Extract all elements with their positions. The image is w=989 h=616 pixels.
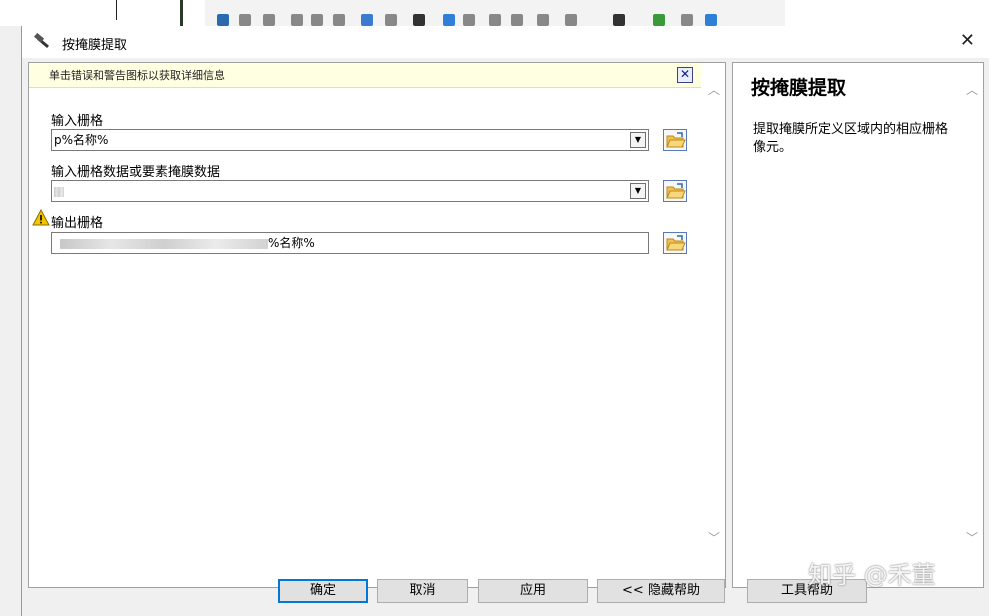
info-bar: 单击错误和警告图标以获取详细信息 ✕ bbox=[29, 63, 701, 88]
background-line bbox=[116, 0, 117, 20]
info-bar-close-icon[interactable]: ✕ bbox=[677, 67, 693, 83]
ok-button[interactable]: 确定 bbox=[278, 579, 368, 603]
background-app-toolbar bbox=[0, 0, 989, 26]
parameters-panel: 单击错误和警告图标以获取详细信息 ✕ ︿ ﹀ 输入栅格 p%名称% ▼ 输入栅格… bbox=[28, 62, 726, 588]
mask-data-label: 输入栅格数据或要素掩膜数据 bbox=[51, 165, 221, 180]
input-raster-label: 输入栅格 bbox=[51, 114, 104, 129]
warning-icon[interactable] bbox=[32, 209, 50, 227]
output-raster-label: 输出栅格 bbox=[51, 216, 104, 231]
output-raster-value: %名称% bbox=[268, 236, 315, 250]
hide-help-button[interactable]: << 隐藏帮助 bbox=[597, 579, 725, 603]
cancel-button[interactable]: 取消 bbox=[377, 579, 468, 603]
scroll-down-icon[interactable]: ﹀ bbox=[707, 529, 721, 545]
info-bar-text: 单击错误和警告图标以获取详细信息 bbox=[49, 69, 225, 82]
redacted-text bbox=[60, 238, 268, 249]
hammer-icon bbox=[34, 33, 50, 49]
background-toolbar bbox=[205, 0, 785, 26]
extract-by-mask-dialog: 按掩膜提取 ✕ 单击错误和警告图标以获取详细信息 ✕ ︿ ﹀ 输入栅格 p%名称… bbox=[21, 26, 989, 616]
scroll-down-icon[interactable]: ﹀ bbox=[965, 529, 979, 545]
scroll-up-icon[interactable]: ︿ bbox=[965, 81, 979, 97]
folder-open-icon[interactable] bbox=[663, 180, 687, 202]
parameters-scrollbar[interactable]: ︿ ﹀ bbox=[703, 63, 725, 587]
watermark: 知乎 @禾董 bbox=[808, 561, 936, 589]
dialog-title: 按掩膜提取 bbox=[62, 38, 128, 53]
output-raster-field[interactable]: %名称% bbox=[51, 232, 649, 254]
title-bar: 按掩膜提取 ✕ bbox=[22, 26, 989, 58]
folder-open-icon[interactable] bbox=[663, 129, 687, 151]
help-scrollbar[interactable]: ︿ ﹀ bbox=[961, 63, 983, 587]
background-line bbox=[180, 0, 183, 26]
dropdown-arrow-icon[interactable]: ▼ bbox=[630, 132, 646, 148]
folder-open-icon[interactable] bbox=[663, 232, 687, 254]
input-raster-value: p%名称% bbox=[54, 133, 109, 147]
dropdown-arrow-icon[interactable]: ▼ bbox=[630, 183, 646, 199]
help-title: 按掩膜提取 bbox=[751, 77, 847, 99]
help-body: 提取掩膜所定义区域内的相应栅格像元。 bbox=[753, 122, 949, 155]
redacted-text bbox=[54, 186, 64, 197]
apply-button[interactable]: 应用 bbox=[478, 579, 588, 603]
help-panel: 按掩膜提取 提取掩膜所定义区域内的相应栅格像元。 ︿ ﹀ bbox=[732, 62, 984, 588]
close-icon[interactable]: ✕ bbox=[960, 30, 975, 51]
input-raster-field[interactable]: p%名称% ▼ bbox=[51, 129, 649, 151]
scroll-up-icon[interactable]: ︿ bbox=[707, 81, 721, 97]
mask-data-field[interactable]: ▼ bbox=[51, 180, 649, 202]
